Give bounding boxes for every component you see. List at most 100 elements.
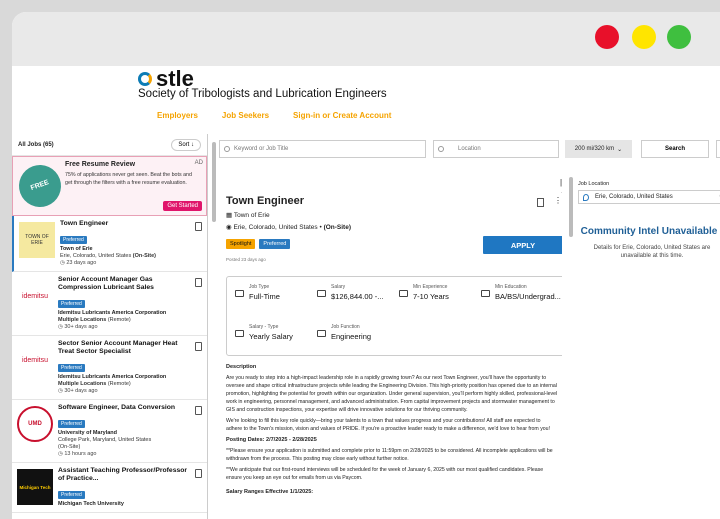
company-logo: Michigan Tech — [17, 469, 53, 505]
bookmark-icon[interactable] — [195, 406, 202, 415]
nav-job-seekers[interactable]: Job Seekers — [222, 111, 269, 120]
community-intel-text: Details for Erie, Colorado, United State… — [593, 245, 711, 259]
job-company: Idemitsu Lubricants America Corporation — [58, 374, 167, 380]
filter-icon[interactable] — [716, 140, 720, 158]
job-location: Multiple Locations (Remote) — [58, 381, 131, 387]
preferred-badge: Preferred — [58, 364, 85, 372]
keyword-input[interactable]: Keyword or Job Title — [219, 140, 426, 158]
job-item[interactable]: UMD Software Engineer, Data Conversion P… — [12, 400, 207, 463]
maximize-window-icon[interactable] — [667, 25, 691, 49]
job-title: Sector Senior Account Manager Heat Treat… — [58, 340, 178, 355]
job-list-header: All Jobs (65) Sort ↓ — [12, 134, 207, 156]
fact-job-function: Job Function Engineering — [331, 324, 372, 341]
location-pin-icon — [583, 194, 589, 201]
main-nav: Employers Job Seekers Sign-in or Create … — [157, 111, 391, 120]
bookmark-icon[interactable] — [195, 222, 202, 231]
nav-sign-in[interactable]: Sign-in or Create Account — [293, 111, 391, 120]
job-company: Idemitsu Lubricants America Corporation — [58, 310, 167, 316]
detail-scrollbar[interactable] — [569, 177, 573, 237]
company-logo: TOWN OF ERIE — [19, 222, 55, 258]
share-icon[interactable]: |→ — [560, 178, 562, 196]
nav-employers[interactable]: Employers — [157, 111, 198, 120]
bookmark-icon[interactable] — [195, 469, 202, 478]
job-item[interactable]: idemitsu Sector Senior Account Manager H… — [12, 336, 207, 400]
job-detail-title: Town Engineer — [226, 195, 305, 207]
fact-min-experience: Min Experience 7-10 Years — [413, 284, 449, 301]
community-intel-pane: Job Location Erie, Colorado, United Stat… — [574, 178, 720, 519]
bookmark-icon[interactable] — [195, 278, 202, 287]
minimize-window-icon[interactable] — [632, 25, 656, 49]
job-title: Senior Account Manager Gas Compression L… — [58, 276, 154, 291]
description-heading: Description — [226, 364, 257, 370]
fact-job-type: Job Type Full-Time — [249, 284, 280, 301]
money-icon — [317, 290, 326, 297]
job-location-select[interactable]: Erie, Colorado, United States 0 — [578, 190, 720, 204]
radius-select[interactable]: 200 mi/320 km ⌄ — [565, 140, 632, 158]
job-age: ◷ 23 days ago — [60, 260, 97, 266]
description-paragraph: Are you ready to step into a high-impact… — [226, 375, 558, 413]
salary-type-icon — [235, 330, 244, 337]
company-logo: idemitsu — [21, 292, 49, 300]
job-site-type: (On-Site) — [58, 444, 81, 450]
job-location-label: Job Location — [578, 181, 610, 187]
job-location: College Park, Maryland, United States — [58, 437, 152, 443]
logo-mark-icon — [138, 72, 152, 86]
sort-button[interactable]: Sort ↓ — [171, 138, 201, 151]
ad-label: AD — [194, 160, 203, 166]
job-age: ◷ 13 hours ago — [58, 451, 97, 457]
promo-description: 75% of applications never get seen. Beat… — [65, 172, 192, 186]
job-company: Town of Erie — [60, 246, 93, 252]
job-item[interactable]: idemitsu Senior Account Manager Gas Comp… — [12, 272, 207, 336]
site-header: stle Society of Tribologists and Lubrica… — [12, 66, 720, 132]
job-title: Assistant Teaching Professor/Professor o… — [58, 467, 188, 482]
job-function-icon — [317, 330, 326, 337]
promo-title: Free Resume Review — [65, 161, 136, 168]
description-paragraph: **We anticipate that our first-round int… — [226, 467, 544, 481]
apply-button[interactable]: APPLY — [483, 236, 562, 254]
search-icon — [224, 146, 230, 152]
job-age: ◷ 30+ days ago — [58, 324, 98, 330]
posting-dates: Posting Dates: 2/7/2025 - 2/28/2025 — [226, 437, 317, 443]
job-item[interactable]: TOWN OF ERIE Town Engineer Preferred Tow… — [12, 216, 207, 272]
close-window-icon[interactable] — [595, 25, 619, 49]
more-options-icon[interactable]: ⋮ — [554, 196, 562, 205]
fact-salary-type: Salary - Type Yearly Salary — [249, 324, 293, 341]
site-logo[interactable]: stle — [138, 68, 194, 90]
preferred-badge: Preferred — [58, 300, 85, 308]
job-detail-location: ◉ Erie, Colorado, United States • (On-Si… — [226, 224, 352, 231]
preferred-badge: Preferred — [58, 420, 85, 428]
bookmark-icon[interactable] — [195, 342, 202, 351]
location-pin-icon — [438, 146, 444, 152]
title-bar — [12, 12, 720, 66]
description-paragraph: We're looking to fill this key role quic… — [226, 418, 550, 432]
experience-icon — [399, 290, 408, 297]
preferred-badge: Preferred — [60, 236, 87, 244]
get-started-button[interactable]: Get Started — [163, 201, 202, 211]
job-description: Description Are you ready to step into a… — [226, 363, 558, 499]
briefcase-icon — [235, 290, 244, 297]
org-name: Society of Tribologists and Lubrication … — [138, 88, 387, 100]
preferred-tag: Preferred — [259, 239, 291, 249]
browser-window: stle Society of Tribologists and Lubrica… — [12, 12, 720, 519]
job-detail-pane: |→ Town Engineer ⋮ ▦ Town of Erie ◉ Erie… — [214, 178, 562, 519]
posted-date: Posted 23 days ago — [226, 257, 266, 262]
job-count: All Jobs (65) — [18, 141, 54, 148]
preferred-badge: Preferred — [58, 491, 85, 499]
job-location: Erie, Colorado, United States (On-Site) — [60, 253, 156, 259]
job-detail-company[interactable]: ▦ Town of Erie — [226, 211, 270, 219]
bookmark-icon[interactable] — [537, 198, 544, 207]
logo-text: stle — [156, 66, 194, 91]
spotlight-tag: Spotlight — [226, 239, 256, 249]
job-item[interactable]: Michigan Tech Assistant Teaching Profess… — [12, 463, 207, 513]
free-badge-icon: FREE — [13, 159, 67, 213]
salary-heading: Salary Ranges Effective 1/1/2025: — [226, 489, 314, 495]
chevron-down-icon: ⌄ — [617, 146, 623, 153]
job-company: University of Maryland — [58, 430, 117, 436]
community-intel-title: Community Intel Unavailable — [580, 226, 718, 237]
job-tags: Spotlight Preferred — [226, 239, 291, 249]
location-input[interactable]: Location — [433, 140, 559, 158]
fact-salary: Salary $126,844.00 -... — [331, 284, 384, 301]
resume-review-ad[interactable]: FREE Free Resume Review 75% of applicati… — [12, 156, 207, 216]
search-button[interactable]: Search — [641, 140, 709, 158]
job-company: Michigan Tech University — [58, 501, 124, 507]
